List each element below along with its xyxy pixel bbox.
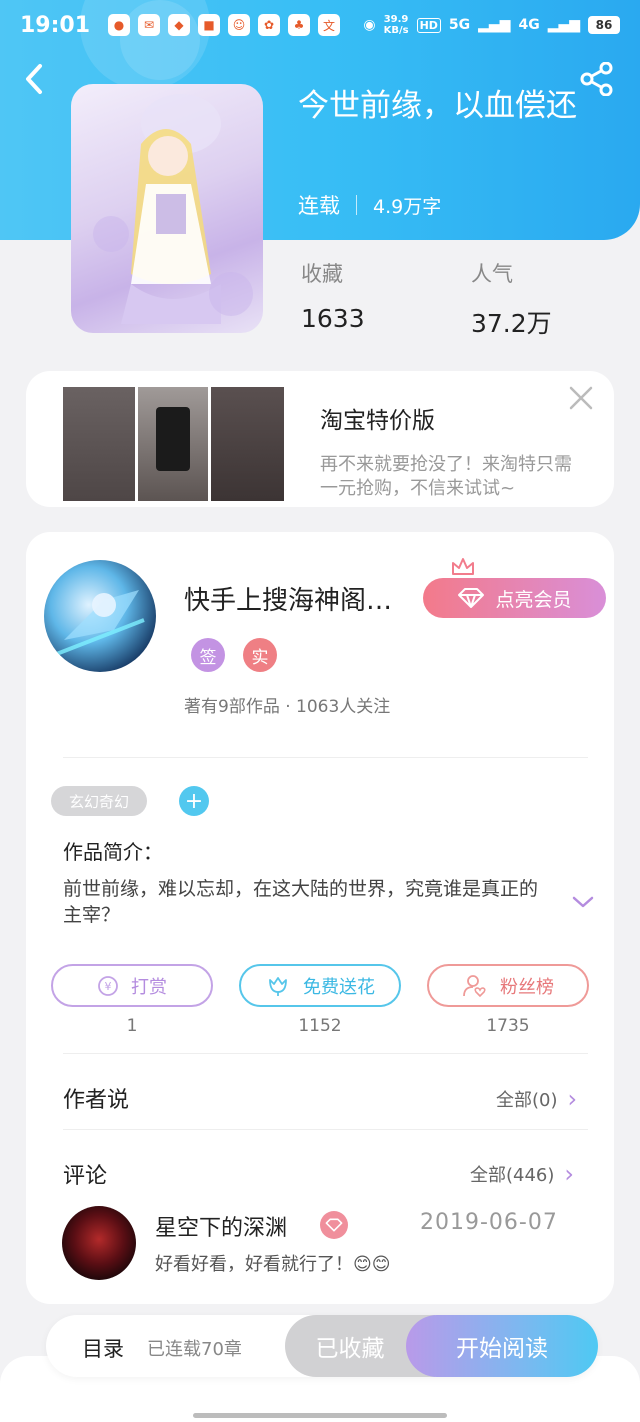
app-notification-icon: ■	[198, 14, 221, 36]
ad-title: 淘宝特价版	[320, 408, 435, 434]
reward-count: 1	[126, 1016, 138, 1036]
location-icon: ◉	[363, 17, 376, 33]
chevron-right-icon: ›	[564, 1160, 575, 1188]
stat-collections: 收藏 1633	[301, 258, 365, 333]
signed-badge: 签	[191, 638, 225, 672]
diamond-icon	[458, 588, 485, 608]
divider	[63, 1129, 588, 1130]
app-notification-icon: ◆	[168, 14, 191, 36]
ad-image	[211, 387, 284, 501]
reward-button[interactable]: ¥ 打赏	[51, 964, 213, 1007]
ad-description: 再不来就要抢没了！来淘特只需 一元抢购，不信来试试~	[320, 453, 610, 501]
status-time: 19:01	[20, 12, 91, 38]
ad-image	[138, 387, 208, 501]
divider	[63, 757, 588, 758]
stat-value: 1633	[301, 304, 365, 333]
commenter-name[interactable]: 星空下的深渊	[155, 1210, 287, 1242]
comments-title: 评论	[63, 1164, 108, 1189]
stat-popularity: 人气 37.2万	[471, 258, 552, 340]
comment-date: 2019-06-07	[420, 1210, 558, 1235]
author-says-title: 作者说	[63, 1088, 130, 1113]
notification-icons: ● ✉ ◆ ■ ☺ ✿ ♣ 文	[108, 14, 341, 36]
app-notification-icon: ✉	[138, 14, 161, 36]
intro-text: 前世前缘，难以忘却，在这大陆的世界，究竟谁是真正的主宰？	[63, 878, 539, 926]
word-count: 4.9万字	[373, 195, 442, 218]
ad-image	[63, 387, 135, 501]
reward-label: 打赏	[131, 976, 167, 998]
commenter-avatar[interactable]	[62, 1206, 136, 1280]
divider	[63, 1053, 588, 1054]
send-flower-label: 免费送花	[303, 976, 375, 998]
signal-bars-icon: ▂▄▆	[478, 17, 511, 33]
home-indicator[interactable]	[193, 1413, 447, 1418]
author-says-link-label: 全部(0)	[496, 1090, 558, 1111]
net-speed: 39.9 KB/s	[384, 14, 409, 36]
send-flower-button[interactable]: 免费送花	[239, 964, 401, 1007]
verified-badge: 实	[243, 638, 277, 672]
svg-text:¥: ¥	[105, 980, 112, 993]
signal-4g: 4G	[518, 17, 540, 33]
hd-icon: HD	[416, 17, 441, 33]
net-speed-value: 39.9	[383, 14, 409, 25]
intro-label: 作品简介：	[63, 840, 163, 864]
status-bar: 19:01 ● ✉ ◆ ■ ☺ ✿ ♣ 文 ◉ 39.9 KB/s HD 5G …	[0, 0, 640, 50]
battery-icon: 86	[588, 16, 620, 34]
net-speed-unit: KB/s	[383, 25, 409, 36]
user-heart-icon	[463, 974, 486, 997]
crown-icon	[450, 556, 476, 578]
book-title: 今世前缘，以血偿还	[298, 88, 577, 124]
ad-banner[interactable]: 淘宝特价版 再不来就要抢没了！来淘特只需 一元抢购，不信来试试~	[26, 371, 614, 507]
author-says-all-link[interactable]: 全部(0) ›	[496, 1085, 577, 1113]
ad-desc-line: 一元抢购，不信来试试~	[320, 478, 516, 499]
stat-label: 收藏	[301, 262, 343, 286]
author-stats: 著有9部作品 · 1063人关注	[184, 697, 391, 717]
comments-link-label: 全部(446)	[470, 1165, 555, 1186]
author-avatar[interactable]	[44, 560, 156, 672]
app-notification-icon: ☺	[228, 14, 251, 36]
book-cover[interactable]	[71, 84, 263, 333]
signal-5g: 5G	[448, 17, 471, 33]
stat-value: 37.2万	[471, 309, 552, 338]
stat-label: 人气	[471, 262, 513, 286]
chapter-count: 已连载70章	[147, 1339, 242, 1360]
vip-button-label: 点亮会员	[495, 588, 572, 611]
start-reading-button[interactable]: 开始阅读	[406, 1315, 598, 1377]
fan-count: 1735	[486, 1016, 530, 1036]
table-of-contents-button[interactable]: 目录	[82, 1333, 124, 1363]
comments-all-link[interactable]: 全部(446) ›	[470, 1160, 574, 1188]
activate-vip-button[interactable]: 点亮会员	[423, 578, 606, 618]
genre-tag[interactable]: 玄幻奇幻	[51, 786, 147, 816]
vip-diamond-icon	[320, 1211, 348, 1239]
app-notification-icon: 文	[318, 14, 341, 36]
app-notification-icon: ✿	[258, 14, 281, 36]
book-meta: 连载 4.9万字	[298, 190, 441, 220]
signal-bars-icon: ▂▄▆	[547, 17, 580, 33]
status-indicators: ◉ 39.9 KB/s HD 5G ▂▄▆ 4G ▂▄▆ 86	[363, 14, 620, 36]
fan-ranking-label: 粉丝榜	[500, 976, 554, 998]
collected-label: 已收藏	[315, 1336, 385, 1362]
author-name[interactable]: 快手上搜海神阁…	[184, 580, 392, 617]
chevron-down-icon[interactable]	[570, 892, 596, 912]
meta-divider	[356, 195, 357, 215]
flower-count: 1152	[298, 1016, 342, 1036]
ad-desc-line: 再不来就要抢没了！来淘特只需	[320, 454, 572, 475]
close-icon[interactable]	[568, 385, 594, 411]
fan-ranking-button[interactable]: 粉丝榜	[427, 964, 589, 1007]
add-tag-icon[interactable]: +	[179, 786, 209, 816]
yen-icon: ¥	[98, 975, 118, 996]
app-notification-icon: ●	[108, 14, 131, 36]
app-notification-icon: ♣	[288, 14, 311, 36]
chevron-right-icon: ›	[567, 1085, 578, 1113]
book-status: 连载	[298, 194, 340, 218]
back-icon[interactable]	[22, 62, 52, 96]
flower-icon	[269, 976, 287, 996]
comment-text: 好看好看，好看就行了！😊😊	[155, 1254, 391, 1275]
